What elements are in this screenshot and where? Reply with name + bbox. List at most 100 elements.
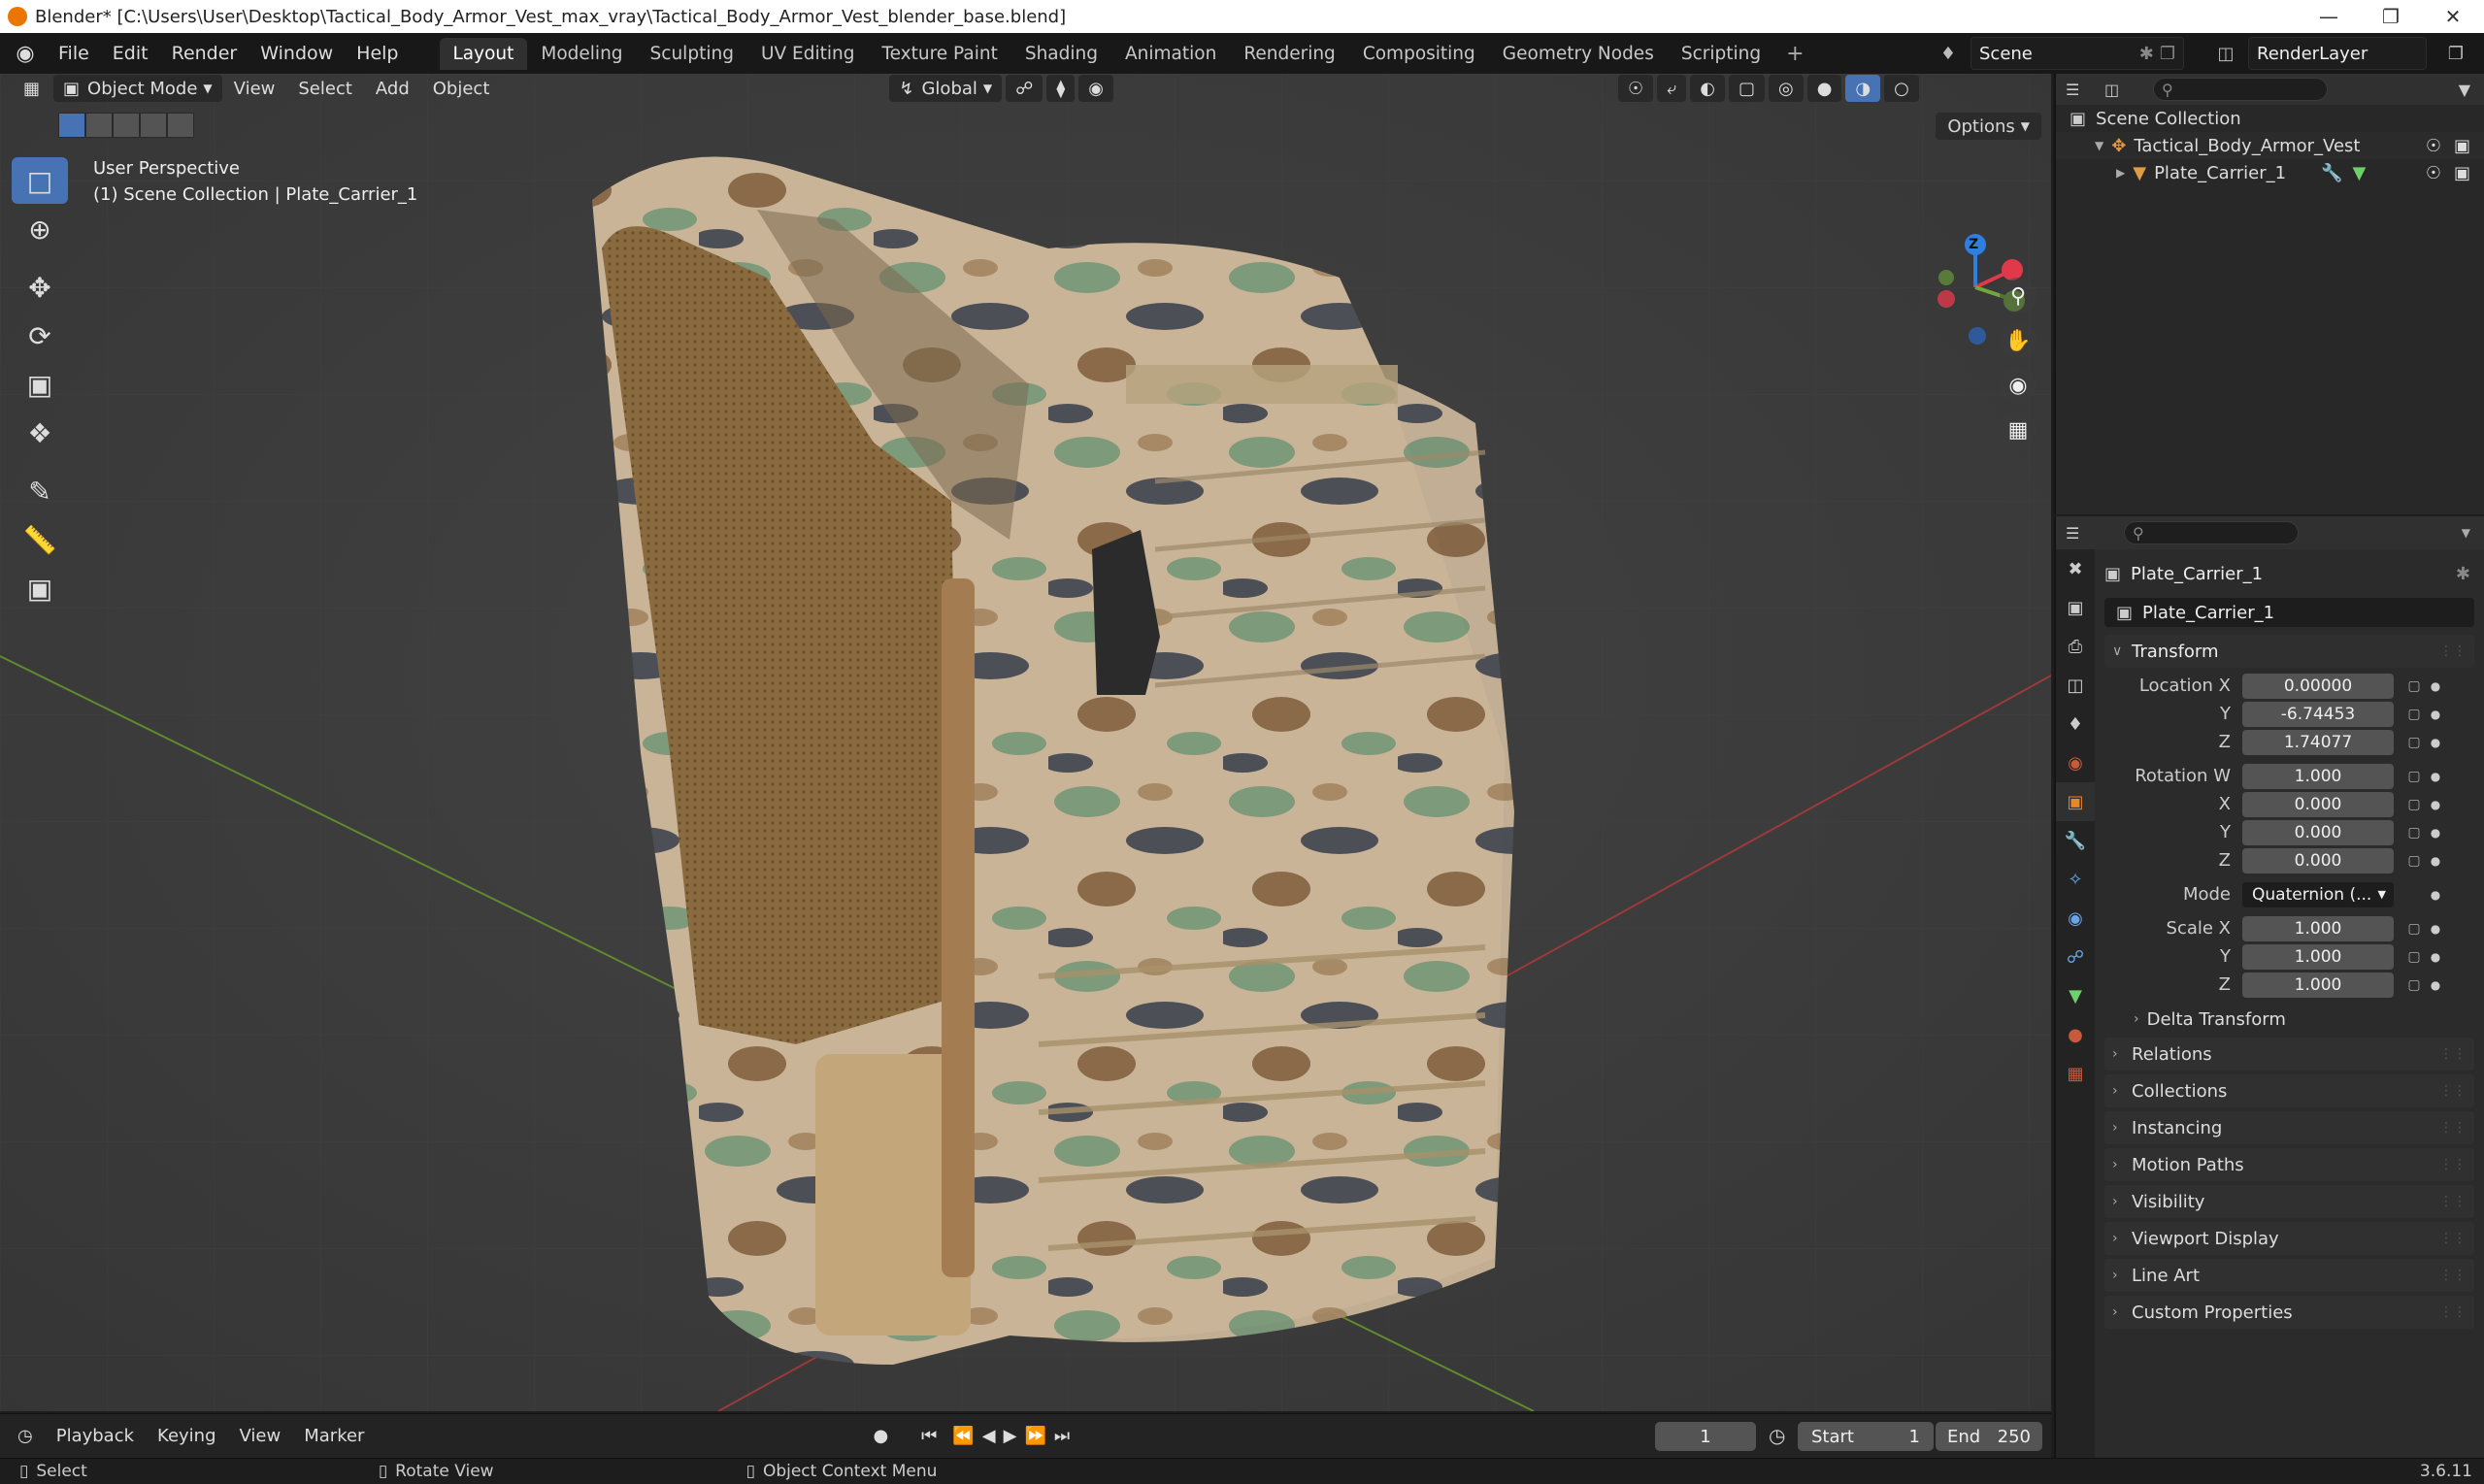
shading-material-icon[interactable]: ◑ <box>1845 75 1881 102</box>
zoom-icon[interactable]: ⚲ <box>2000 278 2037 314</box>
camera-view-icon[interactable]: ◉ <box>2000 367 2037 404</box>
lock-icon[interactable]: ▢ <box>2401 921 2427 937</box>
snap-icon[interactable]: ⧫ <box>1046 75 1076 102</box>
keyframe-dot-icon[interactable]: ● <box>2427 978 2444 992</box>
shading-wireframe-icon[interactable]: ◎ <box>1768 75 1804 102</box>
menu-render[interactable]: Render <box>160 43 249 64</box>
rotation-mode-dropdown[interactable]: Quaternion (... ▼ <box>2242 881 2394 907</box>
drag-handle-icon[interactable]: ⋮⋮ <box>2439 643 2467 659</box>
3d-viewport[interactable]: ▦ ▣ Object Mode ▼ View Select Add Object… <box>0 74 2051 1411</box>
tab-scripting[interactable]: Scripting <box>1668 38 1774 70</box>
constraints-tab-icon[interactable]: ☍ <box>2056 938 2095 976</box>
add-workspace-icon[interactable]: + <box>1774 42 1815 66</box>
panel-relations[interactable]: › Relations ⋮⋮ <box>2104 1038 2474 1071</box>
scene-field[interactable]: Scene ✱ ❐ <box>1971 37 2184 70</box>
panel-viewport-display[interactable]: › Viewport Display ⋮⋮ <box>2104 1222 2474 1255</box>
data-tab-icon[interactable]: ▼ <box>2056 976 2095 1015</box>
pin-icon[interactable]: ✱ <box>2456 564 2470 584</box>
tab-modeling[interactable]: Modeling <box>527 38 636 70</box>
panel-instancing[interactable]: › Instancing ⋮⋮ <box>2104 1111 2474 1144</box>
filter-icon[interactable]: ▼ <box>2459 81 2470 99</box>
drag-handle-icon[interactable]: ⋮⋮ <box>2439 1231 2467 1246</box>
lock-icon[interactable]: ▢ <box>2401 949 2427 965</box>
tab-geometry-nodes[interactable]: Geometry Nodes <box>1489 38 1668 70</box>
eye-icon[interactable]: ☉ <box>2426 136 2441 156</box>
ortho-grid-icon[interactable]: ▦ <box>2000 412 2037 448</box>
eye-icon[interactable]: ☉ <box>2426 163 2441 183</box>
render-tab-icon[interactable]: ▣ <box>2056 588 2095 627</box>
menu-window[interactable]: Window <box>248 43 345 64</box>
expand-down-icon[interactable]: ▼ <box>2095 139 2103 152</box>
location-y-field[interactable]: -6.74453 <box>2242 701 2394 727</box>
outliner-row-vest[interactable]: ▼ ✥ Tactical_Body_Armor_Vest ☉ ▣ <box>2056 132 2484 159</box>
lock-icon[interactable]: ▢ <box>2401 853 2427 869</box>
keyframe-dot-icon[interactable]: ● <box>2427 950 2444 964</box>
scene-selector-icon[interactable]: ♦ <box>1932 37 1965 70</box>
scale-y-field[interactable]: 1.000 <box>2242 943 2394 970</box>
drag-handle-icon[interactable]: ⋮⋮ <box>2439 1157 2467 1172</box>
clock-icon[interactable]: ◷ <box>1769 1424 1785 1447</box>
scale-x-field[interactable]: 1.000 <box>2242 915 2394 941</box>
keyframe-dot-icon[interactable]: ● <box>2427 708 2444 721</box>
modifier-wrench-icon[interactable]: 🔧 <box>2321 163 2342 183</box>
keyframe-dot-icon[interactable]: ● <box>2427 854 2444 868</box>
transform-panel-header[interactable]: ∨ Transform ⋮⋮ <box>2104 635 2474 668</box>
outliner-row-scene-collection[interactable]: ▣ Scene Collection <box>2056 105 2484 132</box>
jump-start-icon[interactable]: ⏮ <box>910 1426 948 1446</box>
menu-edit[interactable]: Edit <box>101 43 160 64</box>
new-scene-icon[interactable]: ❐ <box>2160 44 2175 64</box>
keyframe-dot-icon[interactable]: ● <box>2427 736 2444 749</box>
lock-icon[interactable]: ▢ <box>2401 797 2427 812</box>
world-tab-icon[interactable]: ◉ <box>2056 743 2095 782</box>
next-keyframe-icon[interactable]: ⏩ <box>1020 1426 1049 1446</box>
keyframe-dot-icon[interactable]: ● <box>2427 922 2444 936</box>
xray-icon[interactable]: ▢ <box>1728 75 1765 102</box>
play-icon[interactable]: ▶ <box>1000 1426 1021 1446</box>
select-new-icon[interactable] <box>58 113 85 138</box>
lock-icon[interactable]: ▢ <box>2401 825 2427 841</box>
mesh-data-icon[interactable]: ▼ <box>2353 163 2367 183</box>
view-layer-tab-icon[interactable]: ◫ <box>2056 666 2095 705</box>
measure-icon[interactable]: 📏 <box>12 516 68 563</box>
scene-tab-icon[interactable]: ♦ <box>2056 705 2095 743</box>
annotate-icon[interactable]: ✎ <box>12 468 68 514</box>
output-tab-icon[interactable]: ⎙ <box>2056 627 2095 666</box>
keyframe-dot-icon[interactable]: ● <box>2427 798 2444 811</box>
select-intersect-icon[interactable] <box>167 113 194 138</box>
keyframe-dot-icon[interactable]: ● <box>2427 679 2444 693</box>
tab-rendering[interactable]: Rendering <box>1230 38 1348 70</box>
select-subtract-icon[interactable] <box>113 113 140 138</box>
proportional-edit-icon[interactable]: ◉ <box>1078 75 1113 102</box>
select-extend-icon[interactable] <box>85 113 113 138</box>
location-x-field[interactable]: 0.00000 <box>2242 673 2394 699</box>
select-box-icon[interactable]: □ <box>12 157 68 204</box>
rotation-w-field[interactable]: 1.000 <box>2242 763 2394 789</box>
render-camera-icon[interactable]: ▣ <box>2454 163 2470 183</box>
keyframe-dot-icon[interactable]: ● <box>2427 826 2444 840</box>
object-tab-icon[interactable]: ▣ <box>2056 782 2095 821</box>
tab-uv-editing[interactable]: UV Editing <box>747 38 869 70</box>
drag-handle-icon[interactable]: ⋮⋮ <box>2439 1194 2467 1209</box>
timeline-menu-marker[interactable]: Marker <box>292 1426 376 1446</box>
lock-icon[interactable]: ▢ <box>2401 769 2427 784</box>
viewport-menu-view[interactable]: View <box>222 79 287 99</box>
options-button[interactable]: Options ▼ <box>1936 113 2041 140</box>
panel-visibility[interactable]: › Visibility ⋮⋮ <box>2104 1185 2474 1218</box>
rotate-icon[interactable]: ⟳ <box>12 313 68 359</box>
panel-motion-paths[interactable]: › Motion Paths ⋮⋮ <box>2104 1148 2474 1181</box>
expand-right-icon[interactable]: ▶ <box>2116 166 2125 180</box>
visibility-icon[interactable]: ☉ <box>1618 75 1654 102</box>
overlays-icon[interactable]: ◐ <box>1690 75 1725 102</box>
viewport-menu-select[interactable]: Select <box>286 79 364 99</box>
panel-collections[interactable]: › Collections ⋮⋮ <box>2104 1074 2474 1107</box>
lock-icon[interactable]: ▢ <box>2401 678 2427 694</box>
material-tab-icon[interactable]: ● <box>2056 1015 2095 1054</box>
pivot-icon[interactable]: ☍ <box>1006 75 1043 102</box>
view-layer-field[interactable]: RenderLayer <box>2248 37 2427 70</box>
tab-layout[interactable]: Layout <box>439 37 528 70</box>
blender-menu-icon[interactable]: ◉ <box>10 38 41 69</box>
add-cube-icon[interactable]: ▣ <box>12 565 68 611</box>
mode-selector[interactable]: ▣ Object Mode ▼ <box>53 75 222 102</box>
render-camera-icon[interactable]: ▣ <box>2454 136 2470 156</box>
play-reverse-icon[interactable]: ◀ <box>978 1426 1000 1446</box>
